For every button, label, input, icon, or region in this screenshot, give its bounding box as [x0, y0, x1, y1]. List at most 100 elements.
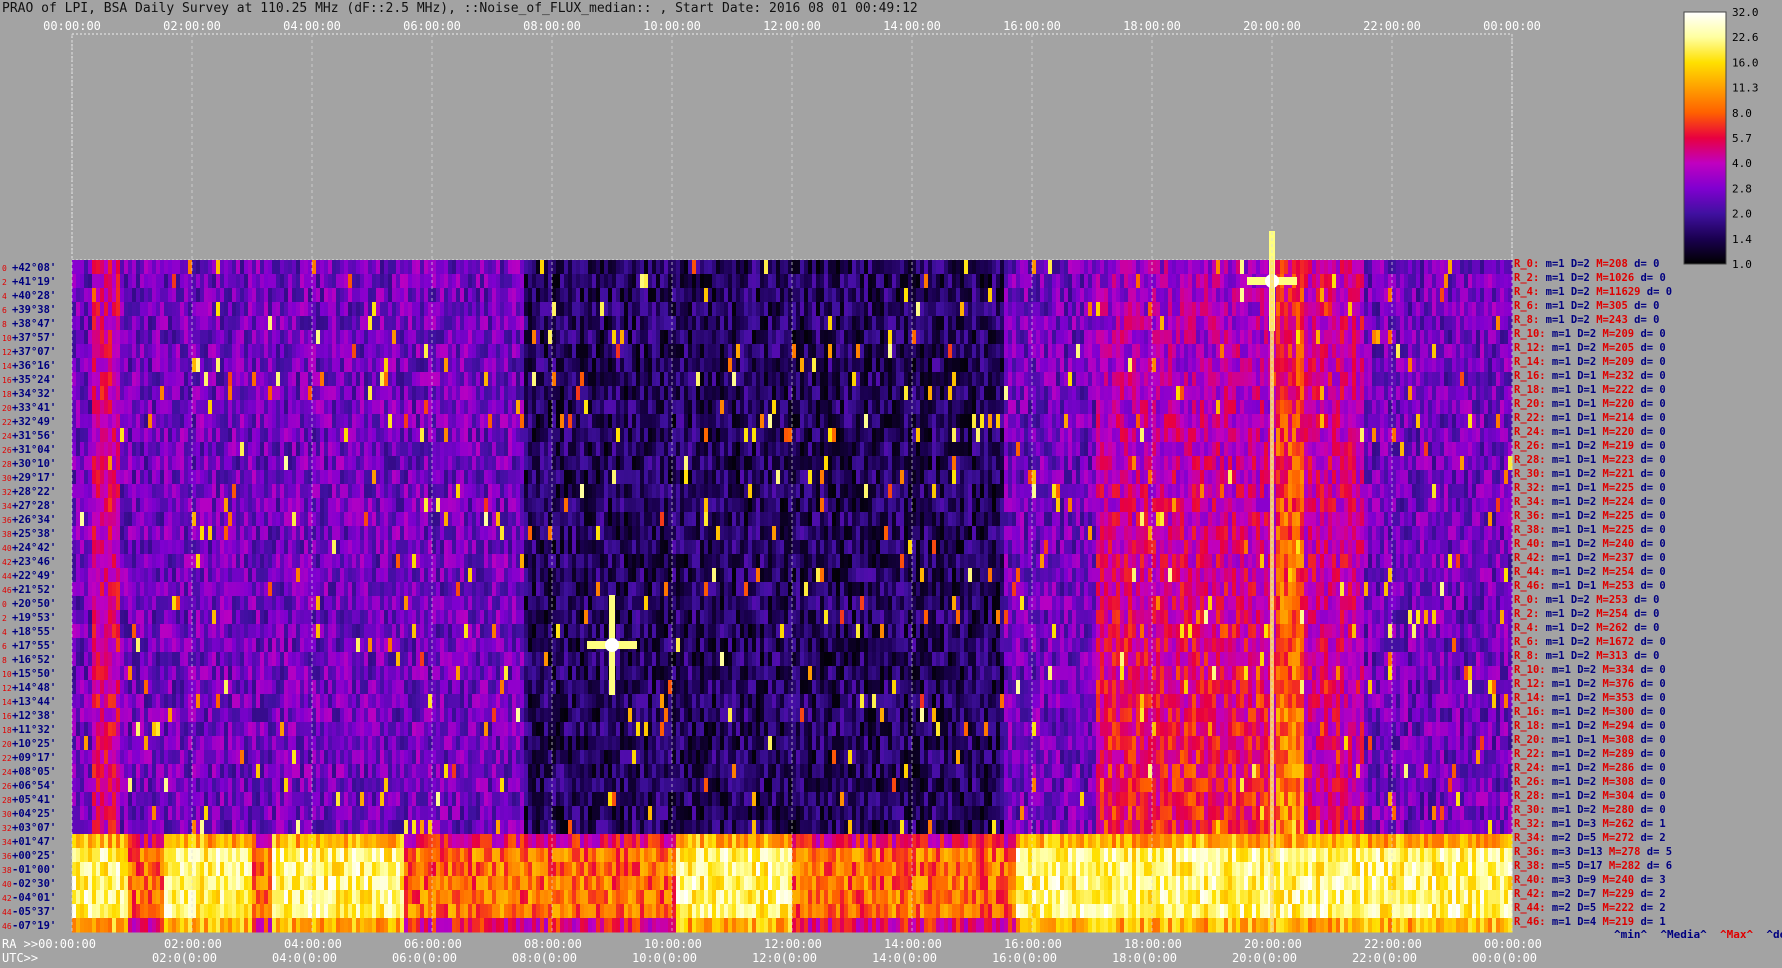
legend-item: ^min^ — [1614, 928, 1647, 941]
stats-cell: m=1 — [1546, 804, 1571, 816]
ra-label: 06:00:00 — [404, 937, 462, 951]
stats-cell: m=1 — [1539, 622, 1564, 634]
colorbar-tick: 32.0 — [1732, 6, 1759, 19]
dec-label: +25°38' — [12, 528, 56, 540]
stats-cell: d= 0 — [1634, 636, 1666, 648]
stats-cell: D=2 — [1571, 678, 1596, 690]
row-index: 46 — [2, 586, 12, 595]
stats-cell: D=7 — [1571, 888, 1596, 900]
row-index: 22 — [2, 418, 12, 427]
dec-label: +09°17' — [12, 752, 56, 764]
stats-cell: D=2 — [1571, 510, 1596, 522]
stats-cell: M=232 — [1596, 370, 1634, 382]
row-index: 0 — [2, 264, 7, 273]
ra-label: 04:00:00 — [284, 937, 342, 951]
stats-cell: M=289 — [1596, 748, 1634, 760]
stats-cell: D=1 — [1571, 482, 1596, 494]
stats-cell: d= 0 — [1634, 342, 1666, 354]
utc-label: 18:0(0:00 — [1112, 951, 1177, 965]
stats-cell: d= 0 — [1634, 426, 1666, 438]
row-statistics: R_0: m=1 D=2 M=208 d= 0 R_2: m=1 D=2 M=10… — [1514, 258, 1782, 930]
stats-cell: R_8: — [1514, 650, 1539, 662]
stats-row: R_0: m=1 D=2 M=253 d= 0 — [1514, 594, 1659, 608]
row-index: 8 — [2, 320, 7, 329]
stats-cell: M=280 — [1596, 804, 1634, 816]
stats-cell: m=1 — [1539, 314, 1564, 326]
stats-cell: d= 0 — [1634, 440, 1666, 452]
stats-row: R_10: m=1 D=2 M=334 d= 0 — [1514, 664, 1666, 678]
stats-cell: M=1672 — [1590, 636, 1634, 648]
stats-cell: d= 0 — [1628, 314, 1660, 326]
stats-cell: d= 0 — [1634, 328, 1666, 340]
stats-cell: d= 0 — [1628, 258, 1660, 270]
stats-cell: d= 0 — [1634, 272, 1666, 284]
stats-cell: m=1 — [1546, 916, 1571, 928]
stats-row: R_28: m=1 D=2 M=304 d= 0 — [1514, 790, 1666, 804]
dec-label: +15°50' — [12, 668, 56, 680]
dec-label: +18°55' — [12, 626, 56, 638]
stats-cell: R_26: — [1514, 440, 1546, 452]
stats-cell: m=1 — [1539, 258, 1564, 270]
top-time-label: 12:00:00 — [763, 19, 821, 33]
stats-cell: M=214 — [1596, 412, 1634, 424]
stats-row: R_30: m=1 D=2 M=280 d= 0 — [1514, 804, 1666, 818]
stats-cell: M=240 — [1596, 874, 1634, 886]
stats-cell: d= 0 — [1634, 720, 1666, 732]
row-index: 4 — [2, 628, 7, 637]
stats-cell: R_22: — [1514, 748, 1546, 760]
dec-label: +11°32' — [12, 724, 56, 736]
utc-label: 00:0(0:00 — [1472, 951, 1537, 965]
stats-cell: R_40: — [1514, 538, 1546, 550]
stats-cell: D=2 — [1571, 706, 1596, 718]
row-index: 38 — [2, 530, 12, 539]
stats-cell: R_14: — [1514, 692, 1546, 704]
stats-cell: D=2 — [1565, 258, 1590, 270]
row-index: 32 — [2, 488, 12, 497]
row-index: 28 — [2, 460, 12, 469]
stats-row: R_2: m=1 D=2 M=1026 d= 0 — [1514, 272, 1666, 286]
utc-label: 20:0(0:00 — [1232, 951, 1297, 965]
stats-cell: d= 5 — [1640, 846, 1672, 858]
top-time-label: 22:00:00 — [1363, 19, 1421, 33]
stats-cell: m=1 — [1546, 524, 1571, 536]
stats-cell: d= 0 — [1634, 734, 1666, 746]
dec-label: +10°25' — [12, 738, 56, 750]
dec-label: +03°07' — [12, 822, 56, 834]
stats-cell: m=1 — [1546, 790, 1571, 802]
stats-cell: m=1 — [1546, 328, 1571, 340]
stats-cell: D=2 — [1571, 496, 1596, 508]
dec-label: +16°52' — [12, 654, 56, 666]
row-index: 20 — [2, 740, 12, 749]
stats-cell: R_4: — [1514, 622, 1539, 634]
stats-cell: m=2 — [1546, 888, 1571, 900]
utc-axis: UTC>> 02:0(0:00 04:0(0:00 06:0(0:00 08:0(0:0… — [2, 951, 1537, 965]
row-index: 28 — [2, 796, 12, 805]
stats-row: R_40: m=1 D=2 M=240 d= 0 — [1514, 538, 1666, 552]
row-index: 2 — [2, 614, 7, 623]
ra-label: 02:00:00 — [164, 937, 222, 951]
stats-cell: m=1 — [1546, 482, 1571, 494]
stats-cell: R_8: — [1514, 314, 1539, 326]
stats-row: R_8: m=1 D=2 M=243 d= 0 — [1514, 314, 1659, 328]
stats-cell: R_14: — [1514, 356, 1546, 368]
stats-cell: R_18: — [1514, 384, 1546, 396]
stats-cell: m=2 — [1546, 832, 1571, 844]
stats-cell: D=2 — [1571, 566, 1596, 578]
stats-row: R_4: m=1 D=2 M=11629 d= 0 — [1514, 286, 1672, 300]
stats-cell: D=1 — [1571, 734, 1596, 746]
stats-cell: R_0: — [1514, 258, 1539, 270]
stats-cell: m=3 — [1546, 846, 1571, 858]
dec-label: -02°30' — [12, 878, 56, 890]
stats-cell: m=1 — [1546, 384, 1571, 396]
row-index: 0 — [2, 600, 7, 609]
stats-cell: M=278 — [1603, 846, 1641, 858]
top-time-label: 10:00:00 — [643, 19, 701, 33]
stats-cell: D=5 — [1571, 902, 1596, 914]
stats-cell: m=1 — [1546, 538, 1571, 550]
stats-cell: m=5 — [1546, 860, 1571, 872]
stats-cell: M=222 — [1596, 384, 1634, 396]
stats-row: R_14: m=1 D=2 M=209 d= 0 — [1514, 356, 1666, 370]
stats-row: R_34: m=1 D=2 M=224 d= 0 — [1514, 496, 1666, 510]
dec-label: +38°47' — [12, 318, 56, 330]
stats-cell: D=2 — [1565, 594, 1590, 606]
